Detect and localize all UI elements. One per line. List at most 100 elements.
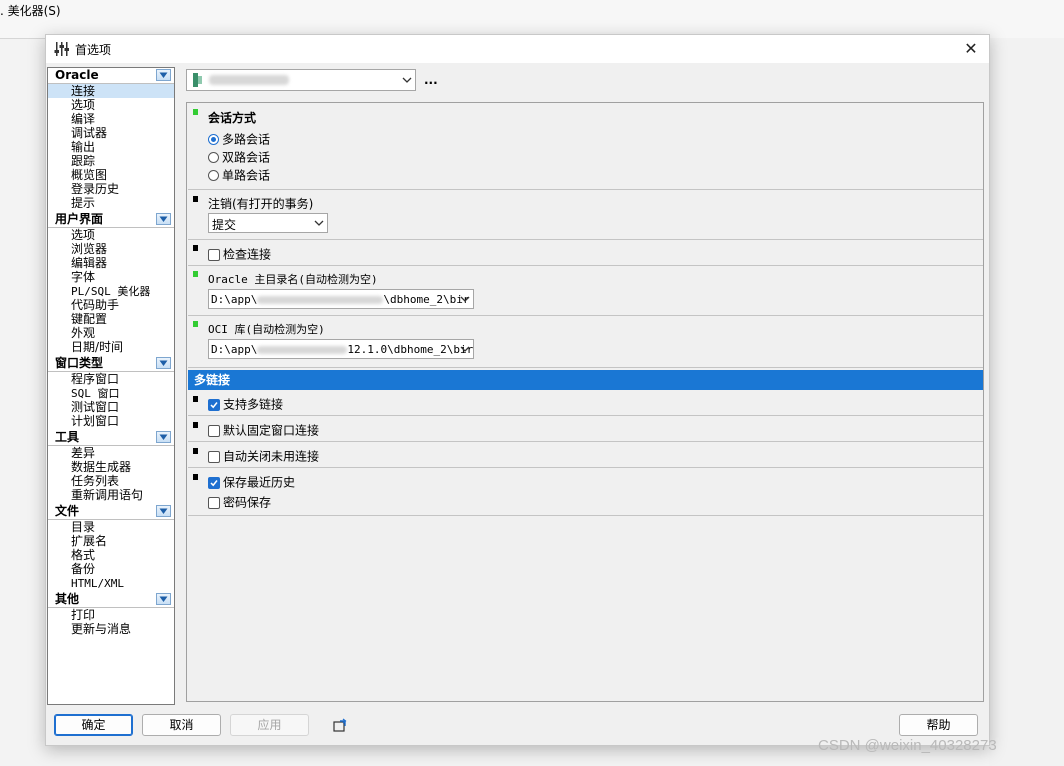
tree-item[interactable]: 登录历史: [48, 182, 174, 196]
radio-button[interactable]: [208, 134, 219, 145]
tree-item[interactable]: 日期/时间: [48, 340, 174, 354]
redacted-profile-name: [209, 75, 289, 85]
tree-item[interactable]: 选项: [48, 228, 174, 242]
tree-item[interactable]: 备份: [48, 562, 174, 576]
default-fixed-checkbox[interactable]: 默认固定窗口连接: [208, 422, 319, 438]
tree-item[interactable]: 调试器: [48, 126, 174, 140]
cancel-button[interactable]: 取消: [142, 714, 221, 736]
section-marker: [193, 196, 198, 202]
tree-group[interactable]: 其他: [48, 592, 174, 608]
tree-item[interactable]: 格式: [48, 548, 174, 562]
tree-group[interactable]: 窗口类型: [48, 356, 174, 372]
tree-item[interactable]: 目录: [48, 520, 174, 534]
tree-item[interactable]: 字体: [48, 270, 174, 284]
section-marker: [193, 321, 198, 327]
collapse-toggle-icon[interactable]: [156, 213, 171, 225]
session-mode-section: 会话方式 多路会话 双路会话 单路会话: [188, 104, 983, 190]
checkbox[interactable]: [208, 496, 220, 509]
close-icon[interactable]: ✕: [958, 37, 984, 61]
oci-library-title: OCI 库(自动检测为空): [208, 323, 325, 336]
tree-group[interactable]: 工具: [48, 430, 174, 446]
history-section: 保存最近历史 密码保存: [188, 468, 983, 516]
help-button[interactable]: 帮助: [899, 714, 978, 736]
tree-group[interactable]: Oracle: [48, 68, 174, 84]
tree-item[interactable]: 扩展名: [48, 534, 174, 548]
section-marker: [193, 109, 198, 115]
collapse-toggle-icon[interactable]: [156, 593, 171, 605]
category-tree: Oracle 连接 选项 编译 调试器 输出 跟踪 概览图 登录历史 提示 用户界面 选项 浏览器 编辑器…: [47, 67, 175, 705]
parent-app-background: [989, 38, 1064, 766]
tree-item[interactable]: 打印: [48, 608, 174, 622]
tree-item[interactable]: 数据生成器: [48, 460, 174, 474]
radio-button[interactable]: [208, 152, 219, 163]
tree-item[interactable]: 编辑器: [48, 256, 174, 270]
tree-item[interactable]: 计划窗口: [48, 414, 174, 428]
tree-item[interactable]: 浏览器: [48, 242, 174, 256]
radio-dual-session[interactable]: 双路会话: [208, 149, 270, 165]
beautifier-menu[interactable]: . 美化器(S): [0, 2, 61, 19]
tree-item[interactable]: PL/SQL 美化器: [48, 284, 174, 298]
checkbox[interactable]: [208, 424, 220, 437]
section-marker: [193, 422, 198, 428]
auto-close-section: 自动关闭未用连接: [188, 442, 983, 468]
preferences-dialog: 首选项 ✕ Oracle 连接 选项 编译 调试器 输出 跟踪 概览图 登录历史 提示 用户界面 选项…: [45, 34, 990, 746]
connection-profile-select[interactable]: [186, 69, 416, 91]
apply-button[interactable]: 应用: [230, 714, 309, 736]
checkbox[interactable]: [208, 476, 220, 489]
save-password-checkbox[interactable]: 密码保存: [208, 494, 271, 510]
tree-group-label: Oracle: [55, 68, 99, 82]
chevron-down-icon: [314, 220, 324, 226]
tree-group[interactable]: 文件: [48, 504, 174, 520]
checkbox[interactable]: [208, 398, 220, 411]
tree-item[interactable]: 任务列表: [48, 474, 174, 488]
tree-item[interactable]: 提示: [48, 196, 174, 210]
tree-group[interactable]: 用户界面: [48, 212, 174, 228]
auto-close-checkbox[interactable]: 自动关闭未用连接: [208, 448, 319, 464]
tree-item[interactable]: 概览图: [48, 168, 174, 182]
collapse-toggle-icon[interactable]: [156, 357, 171, 369]
preferences-icon: [54, 42, 69, 56]
tree-item[interactable]: 键配置: [48, 312, 174, 326]
tree-item[interactable]: 跟踪: [48, 154, 174, 168]
chevron-down-icon: [460, 296, 470, 302]
support-multi-checkbox[interactable]: 支持多链接: [208, 396, 283, 412]
tree-item[interactable]: 测试窗口: [48, 400, 174, 414]
tree-item[interactable]: 程序窗口: [48, 372, 174, 386]
collapse-toggle-icon[interactable]: [156, 505, 171, 517]
checkbox[interactable]: [208, 450, 220, 463]
oci-library-select[interactable]: D:\app\ 12.1.0\dbhome_2\bir: [208, 339, 474, 359]
title-bar: 首选项 ✕: [46, 35, 989, 63]
radio-multi-session[interactable]: 多路会话: [208, 131, 270, 147]
tree-item[interactable]: 代码助手: [48, 298, 174, 312]
tree-group-label: 其他: [55, 592, 80, 606]
tree-item[interactable]: 输出: [48, 140, 174, 154]
more-button[interactable]: ...: [424, 73, 438, 87]
radio-button[interactable]: [208, 170, 219, 181]
ok-button[interactable]: 确定: [54, 714, 133, 736]
logoff-section: 注销(有打开的事务) 提交: [188, 190, 983, 240]
transfer-icon[interactable]: [332, 718, 348, 734]
oracle-home-select[interactable]: D:\app\ \dbhome_2\bir: [208, 289, 474, 309]
save-history-checkbox[interactable]: 保存最近历史: [208, 474, 295, 490]
logoff-action-select[interactable]: 提交: [208, 213, 328, 233]
tree-item[interactable]: 编译: [48, 112, 174, 126]
tree-group-label: 文件: [55, 504, 80, 518]
radio-single-session[interactable]: 单路会话: [208, 167, 270, 183]
tree-item[interactable]: 连接: [48, 84, 174, 98]
tree-item[interactable]: 重新调用语句: [48, 488, 174, 502]
chevron-down-icon: [402, 77, 412, 83]
oracle-home-title: Oracle 主目录名(自动检测为空): [208, 273, 378, 286]
tree-item[interactable]: 差异: [48, 446, 174, 460]
settings-panel: 会话方式 多路会话 双路会话 单路会话 注销(有打开的事务) 提交 检查连接 O…: [186, 102, 984, 702]
tree-item[interactable]: HTML/XML: [48, 576, 174, 590]
tree-item[interactable]: SQL 窗口: [48, 386, 174, 400]
collapse-toggle-icon[interactable]: [156, 69, 171, 81]
tree-item[interactable]: 选项: [48, 98, 174, 112]
tree-group-label: 窗口类型: [55, 356, 104, 370]
tree-item[interactable]: 外观: [48, 326, 174, 340]
checkbox[interactable]: [208, 248, 220, 261]
tree-item[interactable]: 更新与消息: [48, 622, 174, 636]
collapse-toggle-icon[interactable]: [156, 431, 171, 443]
check-connection-checkbox[interactable]: 检查连接: [208, 246, 271, 262]
section-marker: [193, 245, 198, 251]
